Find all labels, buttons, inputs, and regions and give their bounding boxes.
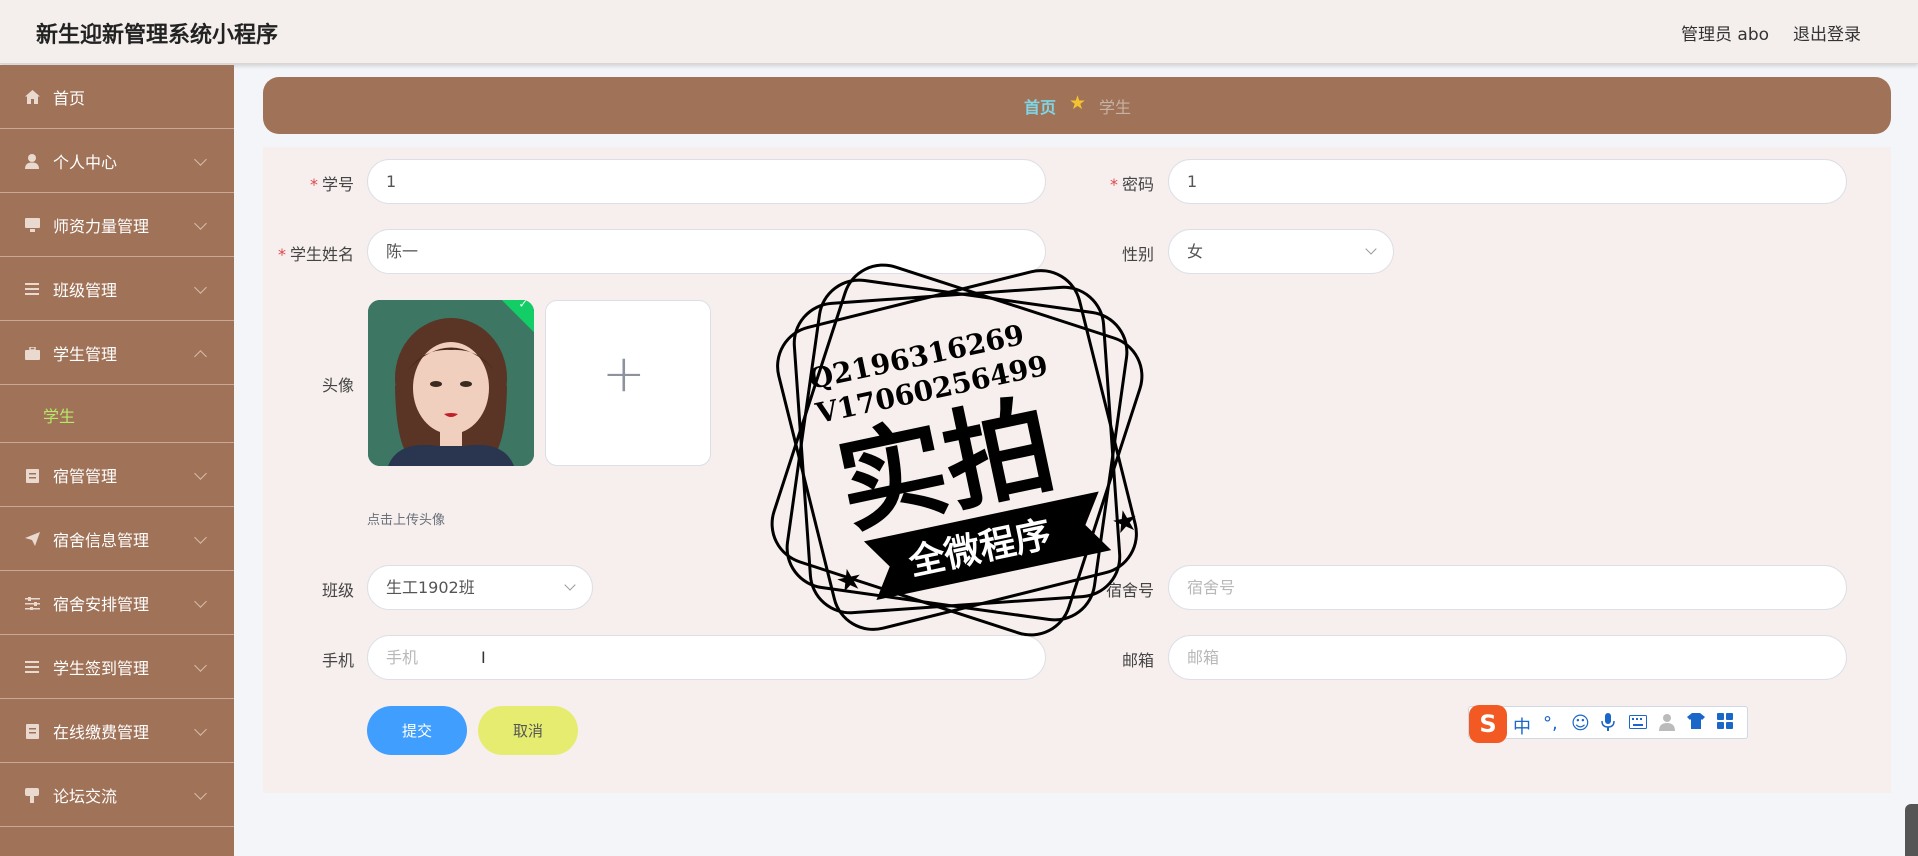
sidebar: 首页 个人中心 师资力量管理 班级管理 学生管理 学生 宿管管理 宿舍信息管理 … bbox=[0, 65, 234, 856]
star-icon: ★ bbox=[832, 561, 866, 601]
sidebar-subitem-label: 学生 bbox=[43, 407, 76, 426]
sidebar-item-label: 首页 bbox=[53, 89, 86, 108]
phone-label: 手机 bbox=[321, 651, 354, 670]
sidebar-item-dorm-info[interactable]: 宿舍信息管理 bbox=[0, 507, 234, 571]
home-icon bbox=[24, 89, 40, 105]
ime-lang-toggle[interactable]: 中 bbox=[1513, 713, 1531, 739]
chevron-down-icon bbox=[194, 531, 207, 544]
required-marker: * bbox=[277, 245, 286, 264]
check-icon: ✓ bbox=[518, 300, 528, 311]
sidebar-item-payments[interactable]: 在线缴费管理 bbox=[0, 699, 234, 763]
sidebar-item-dorm-managers[interactable]: 宿管管理 bbox=[0, 443, 234, 507]
user-avatar-icon[interactable] bbox=[1659, 713, 1675, 736]
email-label: 邮箱 bbox=[1121, 651, 1154, 670]
chevron-down-icon bbox=[564, 579, 576, 591]
sidebar-item-personal-center[interactable]: 个人中心 bbox=[0, 129, 234, 193]
app-title: 新生迎新管理系统小程序 bbox=[36, 23, 279, 48]
grid-menu-icon[interactable] bbox=[1717, 713, 1733, 734]
emoji-icon[interactable]: ☺ bbox=[1571, 713, 1590, 734]
avatar-preview[interactable]: ✓ bbox=[368, 300, 534, 466]
password-label: * 密码 bbox=[1109, 175, 1154, 194]
user-icon bbox=[24, 153, 40, 169]
send-icon bbox=[24, 531, 40, 547]
plus-icon: + bbox=[602, 344, 646, 404]
dorm-no-input[interactable]: 宿舍号 bbox=[1168, 565, 1847, 610]
monitor-icon bbox=[24, 217, 40, 233]
class-select[interactable]: 生工1902班 bbox=[367, 565, 593, 610]
submit-button[interactable]: 提交 bbox=[367, 706, 467, 755]
class-value: 生工1902班 bbox=[386, 578, 475, 597]
sidebar-item-label: 在线缴费管理 bbox=[53, 723, 150, 742]
sidebar-item-forum[interactable]: 论坛交流 bbox=[0, 763, 234, 827]
sidebar-item-label: 师资力量管理 bbox=[53, 217, 150, 236]
gender-value: 女 bbox=[1187, 242, 1204, 261]
sidebar-item-dorm-arrangement[interactable]: 宿舍安排管理 bbox=[0, 571, 234, 635]
list-icon bbox=[24, 659, 40, 675]
breadcrumb: 首页 ★ 学生 bbox=[263, 77, 1891, 134]
sidebar-item-label: 学生签到管理 bbox=[53, 659, 150, 678]
chevron-down-icon bbox=[194, 659, 207, 672]
chevron-up-icon bbox=[194, 350, 207, 363]
chevron-down-icon bbox=[194, 467, 207, 480]
sidebar-item-home[interactable]: 首页 bbox=[0, 65, 234, 129]
chevron-down-icon bbox=[194, 787, 207, 800]
chevron-down-icon bbox=[194, 723, 207, 736]
chat-icon bbox=[24, 787, 40, 803]
list-icon bbox=[24, 281, 40, 297]
chevron-down-icon bbox=[194, 217, 207, 230]
required-marker: * bbox=[1109, 175, 1118, 194]
avatar-label: 头像 bbox=[321, 376, 354, 395]
student-no-input[interactable]: 1 bbox=[367, 159, 1046, 204]
gender-select[interactable]: 女 bbox=[1168, 229, 1394, 274]
ime-punct-toggle[interactable]: °, bbox=[1543, 713, 1558, 734]
chevron-down-icon bbox=[194, 153, 207, 166]
star-icon: ★ bbox=[1069, 92, 1087, 114]
chevron-down-icon bbox=[194, 595, 207, 608]
keyboard-icon[interactable] bbox=[1629, 713, 1647, 734]
sidebar-item-teachers[interactable]: 师资力量管理 bbox=[0, 193, 234, 257]
watermark-stamp: Q2196316269 V17060256499 实拍 全微程序 ★ ★ bbox=[757, 250, 1157, 650]
sliders-icon bbox=[24, 595, 40, 611]
skin-shirt-icon[interactable] bbox=[1687, 713, 1705, 734]
sidebar-item-students[interactable]: 学生管理 bbox=[0, 321, 234, 385]
receipt-icon bbox=[24, 723, 40, 739]
admin-username: 管理员 abo bbox=[1681, 25, 1770, 45]
avatar-upload-hint: 点击上传头像 bbox=[367, 513, 446, 528]
sidebar-item-label: 宿舍信息管理 bbox=[53, 531, 150, 550]
breadcrumb-current: 学生 bbox=[1099, 98, 1132, 117]
sidebar-item-label: 学生管理 bbox=[53, 345, 118, 364]
microphone-icon[interactable] bbox=[1601, 713, 1615, 736]
sidebar-item-classes[interactable]: 班级管理 bbox=[0, 257, 234, 321]
sidebar-subitem-student[interactable]: 学生 bbox=[0, 385, 234, 443]
sidebar-item-label: 论坛交流 bbox=[53, 787, 118, 806]
sidebar-item-label: 宿舍安排管理 bbox=[53, 595, 150, 614]
breadcrumb-home-link[interactable]: 首页 bbox=[1024, 94, 1056, 118]
avatar-upload-button[interactable]: + bbox=[545, 300, 711, 466]
ime-toolbar[interactable]: S 中 °, ☺ bbox=[1468, 705, 1748, 743]
cancel-button[interactable]: 取消 bbox=[478, 706, 578, 755]
class-label: 班级 bbox=[321, 581, 354, 600]
sidebar-item-label: 宿管管理 bbox=[53, 467, 118, 486]
text-cursor-icon: I bbox=[481, 648, 486, 667]
logout-link[interactable]: 退出登录 bbox=[1793, 20, 1861, 45]
email-input[interactable]: 邮箱 bbox=[1168, 635, 1847, 680]
password-input[interactable]: 1 bbox=[1168, 159, 1847, 204]
student-name-label: * 学生姓名 bbox=[277, 245, 354, 264]
sidebar-item-checkin[interactable]: 学生签到管理 bbox=[0, 635, 234, 699]
scrollbar-handle[interactable] bbox=[1905, 804, 1918, 856]
star-icon: ★ bbox=[1108, 502, 1142, 542]
student-no-label: * 学号 bbox=[309, 175, 354, 194]
sidebar-item-label: 个人中心 bbox=[53, 153, 118, 172]
avatar-photo bbox=[368, 300, 534, 466]
sogou-logo-icon[interactable]: S bbox=[1469, 705, 1507, 743]
chevron-down-icon bbox=[194, 281, 207, 294]
clipboard-icon bbox=[24, 467, 40, 483]
briefcase-icon bbox=[24, 345, 40, 361]
sidebar-item-label: 班级管理 bbox=[53, 281, 118, 300]
top-header: 新生迎新管理系统小程序 管理员 abo 退出登录 bbox=[0, 0, 1918, 64]
chevron-down-icon bbox=[1365, 243, 1377, 255]
required-marker: * bbox=[309, 175, 318, 194]
